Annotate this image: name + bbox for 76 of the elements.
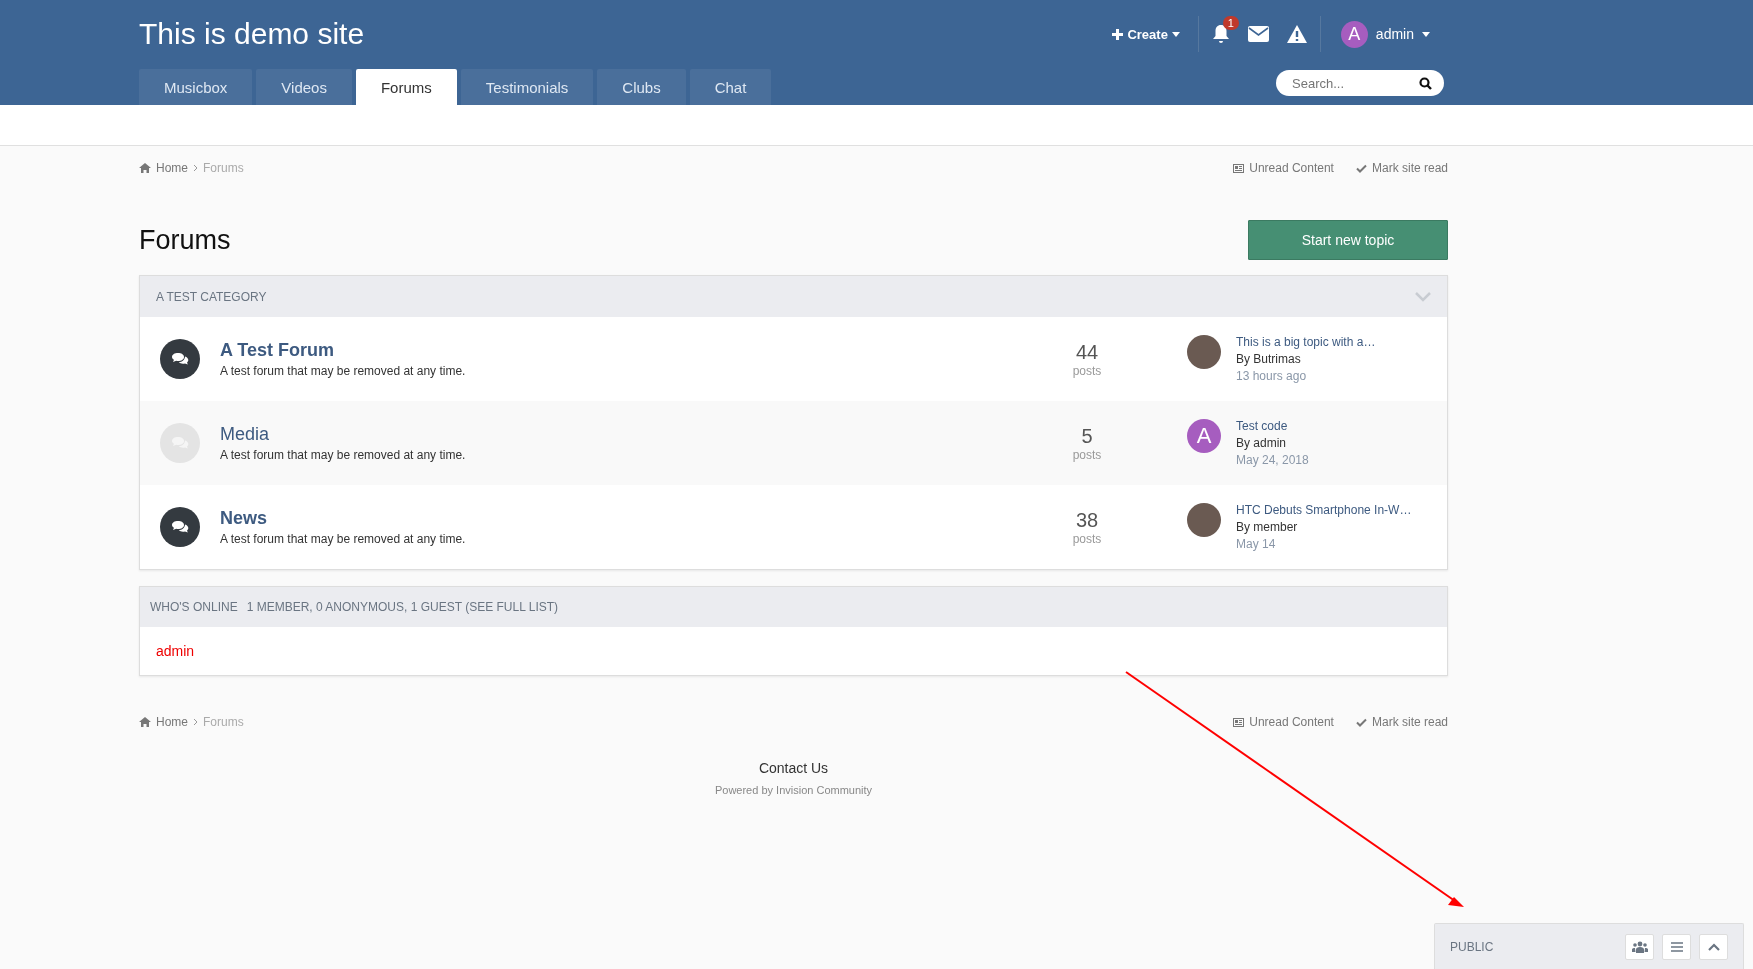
search-icon[interactable] — [1419, 77, 1432, 90]
chat-channel-label: PUBLIC — [1450, 939, 1495, 954]
envelope-icon[interactable] — [1247, 26, 1269, 42]
forum-title-link[interactable]: Media — [220, 424, 1047, 445]
nav-tab[interactable]: Musicbox — [139, 69, 253, 105]
unread-content-link[interactable]: Unread Content — [1249, 161, 1334, 175]
online-user-link[interactable]: admin — [156, 643, 195, 659]
user-avatar[interactable]: A — [1187, 419, 1221, 453]
chevron-up-icon — [1707, 942, 1720, 951]
forum-description: A test forum that may be removed at any time. — [220, 364, 467, 378]
powered-by-link[interactable]: Powered by Invision Community — [139, 784, 1448, 796]
breadcrumb-link[interactable]: Home — [156, 161, 188, 175]
post-count-label: posts — [1071, 363, 1103, 378]
mark-site-read-link[interactable]: Mark site read — [1371, 161, 1448, 175]
warning-icon[interactable] — [1286, 25, 1307, 43]
category-title[interactable]: A TEST CATEGORY — [156, 289, 267, 304]
user-avatar: A — [1340, 20, 1368, 48]
caret-icon — [1422, 31, 1430, 37]
user-menu-button[interactable]: A admin — [1324, 19, 1436, 49]
avatar-photo-placeholder[interactable] — [1187, 335, 1221, 369]
create-menu-button[interactable]: Create — [1098, 26, 1194, 42]
nav-tab[interactable]: Forums — [355, 69, 457, 105]
post-count: 5 — [1080, 424, 1094, 448]
mark-site-read-link[interactable]: Mark site read — [1371, 715, 1448, 729]
users-icon — [1631, 940, 1648, 953]
chevron-right-icon — [193, 718, 198, 726]
newspaper-icon — [1233, 717, 1245, 727]
breadcrumb-current: Forums — [203, 715, 244, 729]
page-title: Forums — [139, 224, 231, 256]
plus-icon — [1112, 28, 1124, 40]
newspaper-icon — [1233, 163, 1245, 173]
start-new-topic-button[interactable]: Start new topic — [1248, 220, 1448, 260]
nav-tab[interactable]: Clubs — [597, 69, 686, 105]
bell-icon[interactable] — [1211, 24, 1230, 44]
menu-button[interactable] — [1662, 933, 1691, 960]
unread-content-link[interactable]: Unread Content — [1249, 715, 1334, 729]
search-field[interactable]: Search... — [1276, 70, 1444, 96]
nav-tab[interactable]: Videos — [256, 69, 352, 105]
nav-tab[interactable]: Testimonials — [460, 69, 594, 105]
home-icon — [139, 717, 151, 727]
breadcrumb-current: Forums — [203, 161, 244, 175]
site-title[interactable]: This is demo site — [139, 17, 365, 51]
online-summary-link[interactable]: 1 MEMBER, 0 ANONYMOUS, 1 GUEST (SEE FULL LIST) — [246, 600, 559, 614]
forum-title-link[interactable]: A Test Forum — [220, 340, 1047, 361]
menu-icon — [1670, 941, 1683, 952]
last-post-time: May 14 — [1236, 537, 1277, 551]
chat-bubbles-icon — [171, 352, 189, 366]
home-icon — [139, 163, 151, 173]
whos-online-title: WHO'S ONLINE — [150, 600, 238, 614]
last-topic-link[interactable]: HTC Debuts Smartphone In-W… — [1236, 503, 1412, 517]
contact-us-link[interactable]: Contact Us — [139, 760, 1448, 776]
breadcrumb-link[interactable]: Home — [156, 715, 188, 729]
post-count: 38 — [1074, 508, 1100, 532]
collapse-button[interactable] — [1699, 933, 1728, 960]
post-count-label: posts — [1071, 447, 1103, 462]
last-topic-link[interactable]: This is a big topic with a… — [1236, 335, 1376, 349]
checkmark-icon — [1355, 717, 1367, 727]
avatar-photo-placeholder[interactable] — [1187, 503, 1221, 537]
chat-bubbles-icon — [171, 520, 189, 534]
forum-description: A test forum that may be removed at any time. — [220, 532, 467, 546]
nav-tab[interactable]: Chat — [689, 69, 772, 105]
last-post-time: May 24, 2018 — [1236, 453, 1309, 467]
post-count: 44 — [1074, 340, 1100, 364]
caret-icon — [1171, 31, 1180, 37]
chevron-right-icon — [193, 164, 198, 172]
forum-title-link[interactable]: News — [220, 508, 1047, 529]
post-count-label: posts — [1071, 531, 1103, 546]
last-post-time: 13 hours ago — [1236, 369, 1308, 383]
last-post-author: By Butrimas — [1236, 352, 1302, 366]
users-button[interactable] — [1625, 933, 1654, 960]
last-post-author: By member — [1236, 520, 1299, 534]
checkmark-icon — [1355, 163, 1367, 173]
notification-badge: 1 — [1222, 16, 1239, 30]
last-topic-link[interactable]: Test code — [1236, 419, 1309, 433]
last-post-author: By admin — [1236, 436, 1288, 450]
forum-description: A test forum that may be removed at any time. — [220, 448, 467, 462]
